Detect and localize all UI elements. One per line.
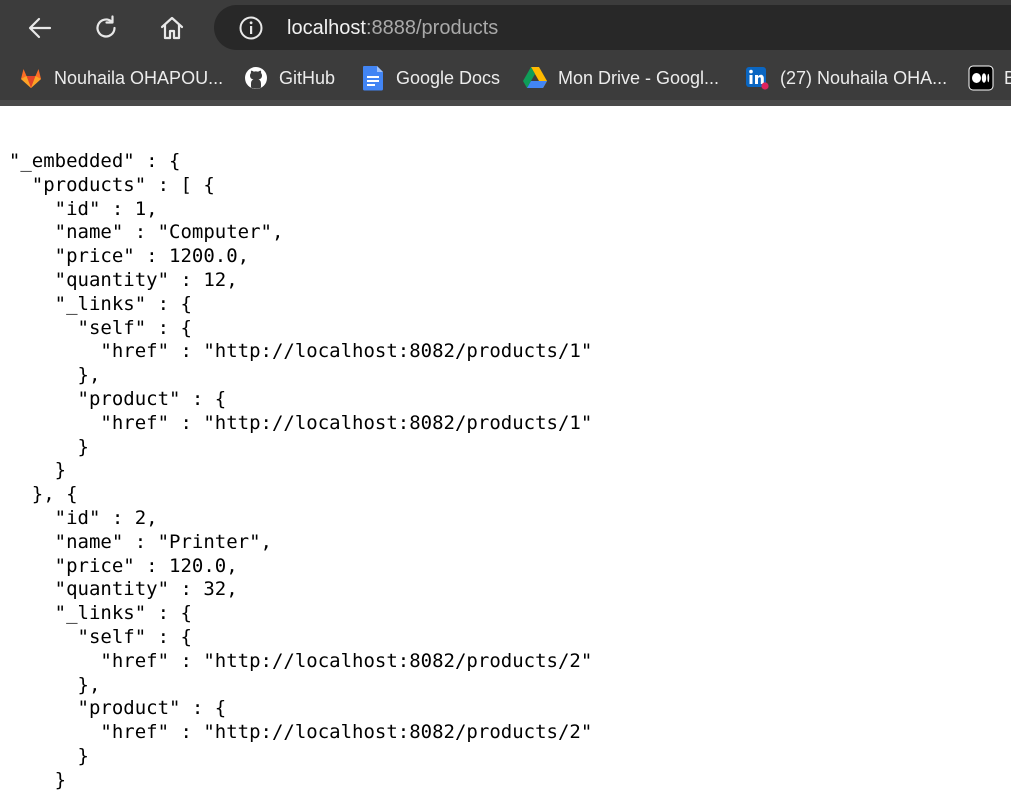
- reload-button[interactable]: [86, 8, 126, 48]
- json-line: "href" : "http://localhost:8082/products…: [0, 649, 593, 672]
- browser-chrome: localhost:8888/products Nouhaila OHAPOU.…: [0, 0, 1011, 106]
- json-line: "href" : "http://localhost:8082/products…: [0, 721, 593, 744]
- gitlab-icon: [18, 65, 44, 91]
- json-line: "_links" : {: [0, 292, 192, 315]
- url-text[interactable]: localhost:8888/products: [287, 16, 498, 40]
- bookmark-google-drive[interactable]: Mon Drive - Googl...: [522, 62, 719, 94]
- bookmark-medium[interactable]: B: [968, 62, 1011, 94]
- json-line: "quantity" : 12,: [0, 268, 238, 291]
- bookmark-label: B: [1004, 67, 1011, 88]
- json-line: "_links" : {: [0, 602, 192, 625]
- google-docs-icon: [360, 65, 386, 91]
- bookmark-label: Nouhaila OHAPOU...: [54, 67, 224, 88]
- json-line: "_embedded" : {: [0, 150, 181, 172]
- json-line: "name" : "Printer",: [0, 530, 272, 553]
- json-line: "quantity" : 32,: [0, 578, 238, 601]
- json-line: "price" : 120.0,: [0, 554, 238, 577]
- json-line: "id" : 2,: [0, 506, 158, 529]
- json-line: }: [77, 435, 89, 458]
- json-line: }: [54, 459, 67, 482]
- json-line: }: [54, 768, 67, 791]
- json-line: "name" : "Computer",: [0, 221, 284, 244]
- bookmark-label: Google Docs: [396, 67, 501, 88]
- page-content: "_embedded" : { "products" : [ { "id" : …: [0, 106, 1011, 793]
- bookmark-linkedin[interactable]: (27) Nouhaila OHA...: [744, 62, 947, 94]
- json-line: },: [77, 673, 101, 696]
- address-bar[interactable]: localhost:8888/products: [214, 5, 1011, 50]
- arrow-left-icon: [28, 17, 52, 39]
- reload-icon: [96, 15, 116, 38]
- home-icon: [160, 16, 184, 40]
- json-line: },: [77, 364, 101, 387]
- json-line: "products" : [ {: [0, 173, 215, 196]
- url-host: localhost: [287, 17, 366, 39]
- json-line: "product" : {: [0, 387, 227, 410]
- bookmark-gitlab[interactable]: Nouhaila OHAPOU...: [18, 62, 223, 94]
- google-drive-icon: [522, 65, 548, 91]
- home-button[interactable]: [152, 8, 192, 48]
- json-line: "id" : 1,: [0, 197, 158, 220]
- bookmark-label: (27) Nouhaila OHA...: [780, 67, 948, 88]
- json-response: "_embedded" : { "products" : [ { "id" : …: [0, 150, 592, 793]
- json-line: "self" : {: [0, 316, 192, 339]
- json-line: "price" : 1200.0,: [0, 245, 250, 268]
- info-icon[interactable]: [238, 15, 264, 41]
- json-line: "href" : "http://localhost:8082/products…: [0, 411, 593, 434]
- url-path: :8888/products: [365, 17, 499, 39]
- bookmark-label: GitHub: [279, 67, 336, 88]
- back-button[interactable]: [20, 8, 60, 48]
- medium-icon: [968, 65, 994, 91]
- bookmark-github[interactable]: GitHub: [243, 62, 335, 94]
- linkedin-icon: [744, 65, 770, 91]
- json-line: }, {: [31, 483, 78, 506]
- github-icon: [243, 65, 269, 91]
- navigation-bar: localhost:8888/products: [0, 0, 1011, 56]
- json-line: "self" : {: [0, 625, 192, 648]
- bookmarks-bar: Nouhaila OHAPOU... GitHub Google Docs Mo…: [0, 56, 1011, 100]
- bookmark-label: Mon Drive - Googl...: [558, 67, 720, 88]
- bookmark-google-docs[interactable]: Google Docs: [360, 62, 500, 94]
- json-line: }: [77, 744, 89, 767]
- json-line: "href" : "http://localhost:8082/products…: [0, 340, 593, 363]
- json-line: "product" : {: [0, 697, 227, 720]
